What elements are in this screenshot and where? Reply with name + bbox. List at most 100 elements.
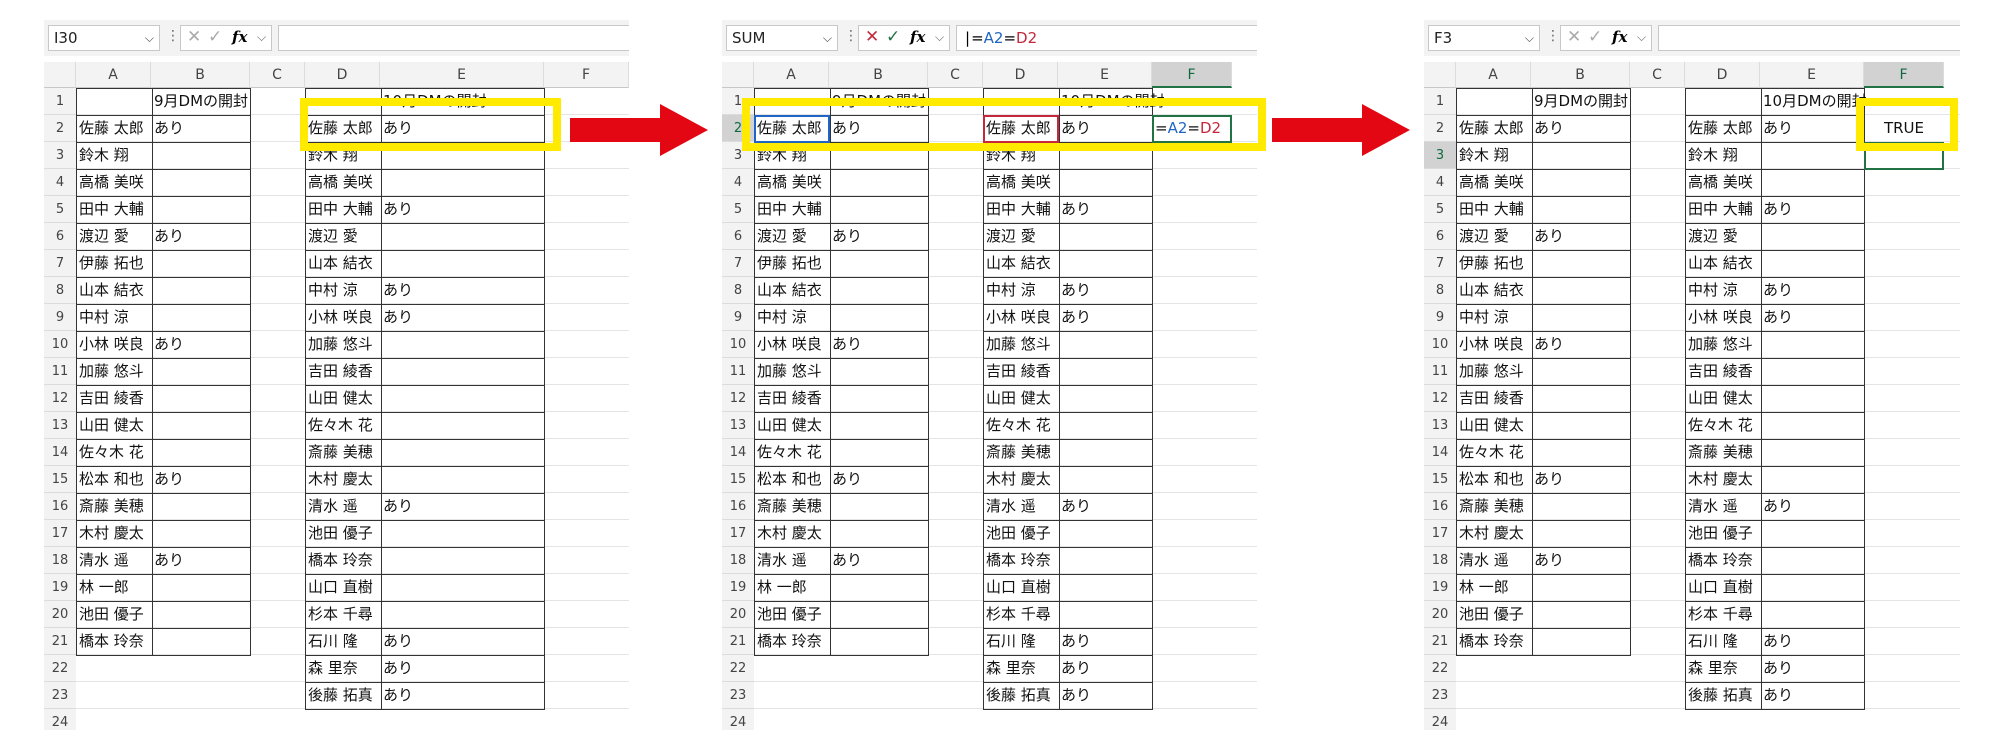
row-header[interactable]: 18 — [722, 547, 754, 574]
cell-d12[interactable]: 山田 健太 — [1685, 385, 1760, 412]
cell-e8[interactable]: あり — [1760, 277, 1864, 304]
cell-f9[interactable] — [544, 304, 629, 331]
row-header[interactable]: 4 — [722, 169, 754, 196]
cell-a2[interactable]: 佐藤 太郎 — [1456, 115, 1531, 142]
cell-e11[interactable] — [380, 358, 544, 385]
cell-a4[interactable]: 高橋 美咲 — [76, 169, 151, 196]
column-header-d[interactable]: D — [983, 62, 1058, 88]
cell-d4[interactable]: 高橋 美咲 — [305, 169, 380, 196]
cell-a3[interactable]: 鈴木 翔 — [1456, 142, 1531, 169]
cancel-icon[interactable]: ✕ — [1567, 27, 1581, 47]
cell-b12[interactable] — [1531, 385, 1630, 412]
row-header[interactable]: 2 — [44, 115, 76, 142]
cell-e17[interactable] — [380, 520, 544, 547]
row-header[interactable]: 24 — [44, 709, 76, 730]
cell-e6[interactable] — [380, 223, 544, 250]
cell-a4[interactable]: 高橋 美咲 — [754, 169, 829, 196]
cell-e5[interactable]: あり — [1058, 196, 1152, 223]
cell-d22[interactable]: 森 里奈 — [1685, 655, 1760, 682]
cell-f22[interactable] — [544, 655, 629, 682]
cell-a16[interactable]: 斎藤 美穂 — [754, 493, 829, 520]
cell-f11[interactable] — [1864, 358, 1944, 385]
row-header[interactable]: 14 — [44, 439, 76, 466]
insert-function-icon[interactable]: fx — [910, 28, 925, 46]
cell-f23[interactable] — [1152, 682, 1232, 709]
cell-e7[interactable] — [1058, 250, 1152, 277]
cell-e10[interactable] — [380, 331, 544, 358]
row-header[interactable]: 5 — [722, 196, 754, 223]
cell-e22[interactable]: あり — [1058, 655, 1152, 682]
cell-a1[interactable] — [76, 88, 151, 115]
row-header[interactable]: 23 — [44, 682, 76, 709]
cell-f17[interactable] — [1152, 520, 1232, 547]
cell-a14[interactable]: 佐々木 花 — [76, 439, 151, 466]
cell-b18[interactable]: あり — [829, 547, 928, 574]
cell-e18[interactable] — [1058, 547, 1152, 574]
cell-a18[interactable]: 清水 遥 — [76, 547, 151, 574]
cell-b9[interactable] — [1531, 304, 1630, 331]
cell-d6[interactable]: 渡辺 愛 — [983, 223, 1058, 250]
cell-b1[interactable]: 9月DMの開封 — [151, 88, 290, 115]
cell-b17[interactable] — [151, 520, 250, 547]
cell-a9[interactable]: 中村 涼 — [76, 304, 151, 331]
cell-a10[interactable]: 小林 咲良 — [754, 331, 829, 358]
cell-f5[interactable] — [544, 196, 629, 223]
cell-a19[interactable]: 林 一郎 — [754, 574, 829, 601]
column-header-b[interactable]: B — [1531, 62, 1630, 88]
cell-a4[interactable]: 高橋 美咲 — [1456, 169, 1531, 196]
cell-d18[interactable]: 橋本 玲奈 — [1685, 547, 1760, 574]
column-header-e[interactable]: E — [380, 62, 544, 88]
cell-b8[interactable] — [829, 277, 928, 304]
cell-b4[interactable] — [151, 169, 250, 196]
cell-a6[interactable]: 渡辺 愛 — [1456, 223, 1531, 250]
cell-a14[interactable]: 佐々木 花 — [1456, 439, 1531, 466]
cell-d9[interactable]: 小林 咲良 — [1685, 304, 1760, 331]
cell-f5[interactable] — [1864, 196, 1944, 223]
confirm-icon[interactable]: ✓ — [886, 27, 900, 47]
cell-a5[interactable]: 田中 大輔 — [754, 196, 829, 223]
cell-b5[interactable] — [1531, 196, 1630, 223]
cell-e2[interactable]: あり — [1760, 115, 1864, 142]
column-header-f[interactable]: F — [1864, 62, 1944, 88]
cell-b13[interactable] — [829, 412, 928, 439]
cell-b20[interactable] — [1531, 601, 1630, 628]
cell-f21[interactable] — [1864, 628, 1944, 655]
select-all-corner[interactable] — [1424, 62, 1456, 88]
row-header[interactable]: 4 — [1424, 169, 1456, 196]
column-header-f[interactable]: F — [1152, 62, 1232, 88]
row-header[interactable]: 22 — [1424, 655, 1456, 682]
insert-function-icon[interactable]: fx — [1612, 28, 1627, 46]
cell-e23[interactable]: あり — [1058, 682, 1152, 709]
cell-e22[interactable]: あり — [380, 655, 544, 682]
cell-d19[interactable]: 山口 直樹 — [983, 574, 1058, 601]
column-header-d[interactable]: D — [1685, 62, 1760, 88]
cell-a6[interactable]: 渡辺 愛 — [754, 223, 829, 250]
cell-b14[interactable] — [1531, 439, 1630, 466]
row-header[interactable]: 19 — [44, 574, 76, 601]
cell-d10[interactable]: 加藤 悠斗 — [305, 331, 380, 358]
more-options-icon[interactable]: ⋮ — [166, 28, 180, 44]
cell-a16[interactable]: 斎藤 美穂 — [1456, 493, 1531, 520]
cell-e15[interactable] — [1058, 466, 1152, 493]
row-header[interactable]: 15 — [1424, 466, 1456, 493]
cell-d17[interactable]: 池田 優子 — [1685, 520, 1760, 547]
column-header-a[interactable]: A — [754, 62, 829, 88]
select-all-corner[interactable] — [44, 62, 76, 88]
cell-a15[interactable]: 松本 和也 — [754, 466, 829, 493]
cell-b13[interactable] — [1531, 412, 1630, 439]
row-header[interactable]: 16 — [44, 493, 76, 520]
cell-b6[interactable]: あり — [1531, 223, 1630, 250]
cell-b13[interactable] — [151, 412, 250, 439]
cell-b5[interactable] — [151, 196, 250, 223]
row-header[interactable]: 21 — [1424, 628, 1456, 655]
cell-d16[interactable]: 清水 遥 — [983, 493, 1058, 520]
cell-f12[interactable] — [544, 385, 629, 412]
cell-a21[interactable]: 橋本 玲奈 — [76, 628, 151, 655]
column-header-a[interactable]: A — [76, 62, 151, 88]
cell-a9[interactable]: 中村 涼 — [1456, 304, 1531, 331]
cell-a19[interactable]: 林 一郎 — [1456, 574, 1531, 601]
cell-e17[interactable] — [1058, 520, 1152, 547]
row-header[interactable]: 20 — [44, 601, 76, 628]
row-header[interactable]: 22 — [44, 655, 76, 682]
cell-f18[interactable] — [544, 547, 629, 574]
